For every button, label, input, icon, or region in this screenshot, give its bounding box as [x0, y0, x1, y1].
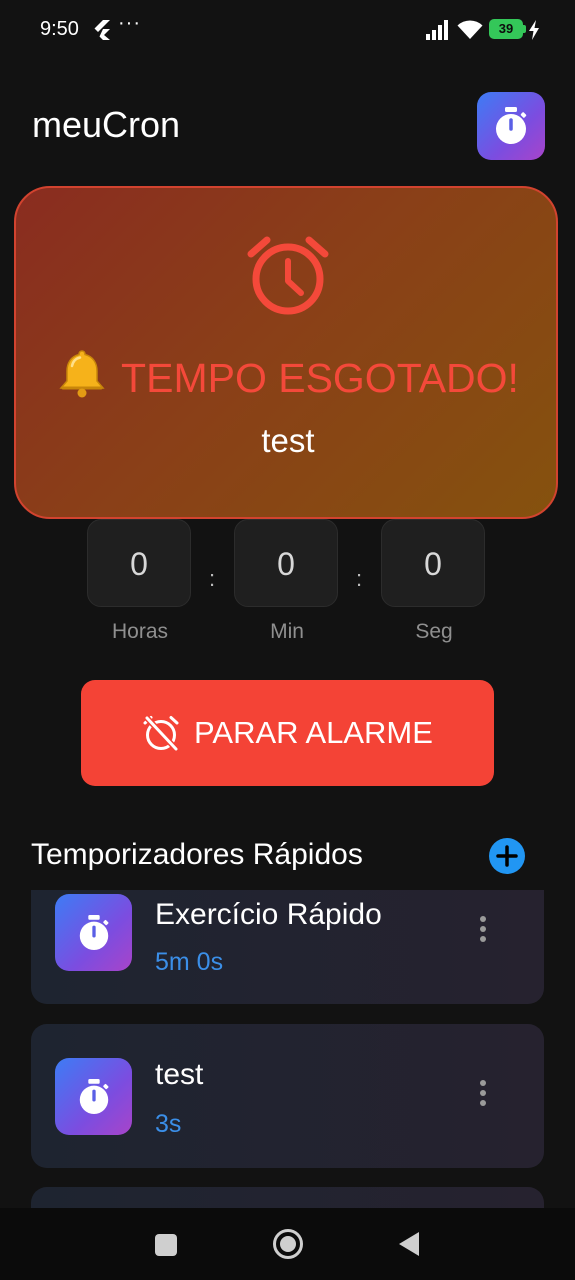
quick-timer-item[interactable]: test 3s	[31, 1024, 544, 1168]
time-separator: :	[209, 566, 216, 591]
wifi-icon	[457, 20, 483, 39]
stopwatch-button[interactable]	[477, 92, 545, 160]
timer-item-icon-box	[55, 894, 132, 971]
status-time: 9:50	[40, 18, 79, 40]
seconds-label: Seg	[415, 620, 453, 643]
timer-name: Exercício Rápido	[155, 898, 382, 931]
alarm-title-row: TEMPO ESGOTADO!	[16, 348, 560, 402]
home-button[interactable]	[272, 1228, 304, 1260]
bell-icon	[59, 350, 105, 398]
notification-dots: ···	[118, 12, 141, 34]
alarm-clock-icon	[247, 236, 329, 315]
hours-box: 0	[87, 519, 191, 607]
more-options-icon[interactable]	[471, 910, 495, 954]
hours-label: Horas	[111, 620, 169, 643]
app-screen: 9:50 ··· 39 meuCron TEMPO ESGOTADO! test…	[0, 0, 575, 1280]
flutter-icon	[94, 20, 110, 40]
quick-timers-list[interactable]: Exercício Rápido 5m 0s test 3s	[0, 890, 575, 1208]
stopwatch-icon	[79, 914, 108, 950]
quick-timer-item[interactable]	[31, 1187, 544, 1208]
add-timer-button[interactable]	[489, 838, 525, 874]
alarm-name: test	[261, 422, 315, 459]
timer-duration: 3s	[155, 1110, 182, 1138]
stop-alarm-label: PARAR ALARME	[194, 715, 433, 750]
timer-duration: 5m 0s	[155, 948, 224, 976]
signal-icon	[426, 20, 448, 40]
timer-item-icon-box	[55, 1058, 132, 1135]
plus-icon	[496, 845, 518, 867]
stop-alarm-button[interactable]: PARAR ALARME	[81, 680, 494, 786]
quick-timers-title: Temporizadores Rápidos	[31, 838, 363, 871]
back-button[interactable]	[397, 1230, 421, 1258]
minutes-box: 0	[234, 519, 338, 607]
quick-timer-item[interactable]: Exercício Rápido 5m 0s	[31, 890, 544, 1004]
alarm-title: TEMPO ESGOTADO!	[121, 355, 519, 401]
battery-tip	[523, 25, 526, 33]
charging-bolt-icon	[529, 20, 539, 40]
stopwatch-icon	[79, 1078, 108, 1114]
time-separator: :	[356, 566, 363, 591]
stopwatch-icon	[496, 107, 527, 144]
app-title: meuCron	[32, 104, 181, 145]
seconds-box: 0	[381, 519, 485, 607]
more-options-icon[interactable]	[471, 1074, 495, 1118]
status-bar: 9:50 ··· 39	[0, 0, 575, 62]
minutes-label: Min	[270, 620, 304, 643]
alarm-off-icon	[143, 715, 180, 752]
system-nav-bar	[0, 1208, 575, 1280]
battery-icon: 39	[489, 19, 523, 39]
alarm-card: TEMPO ESGOTADO! test	[14, 186, 558, 519]
timer-name: test	[155, 1058, 204, 1091]
recents-button[interactable]	[155, 1234, 177, 1256]
